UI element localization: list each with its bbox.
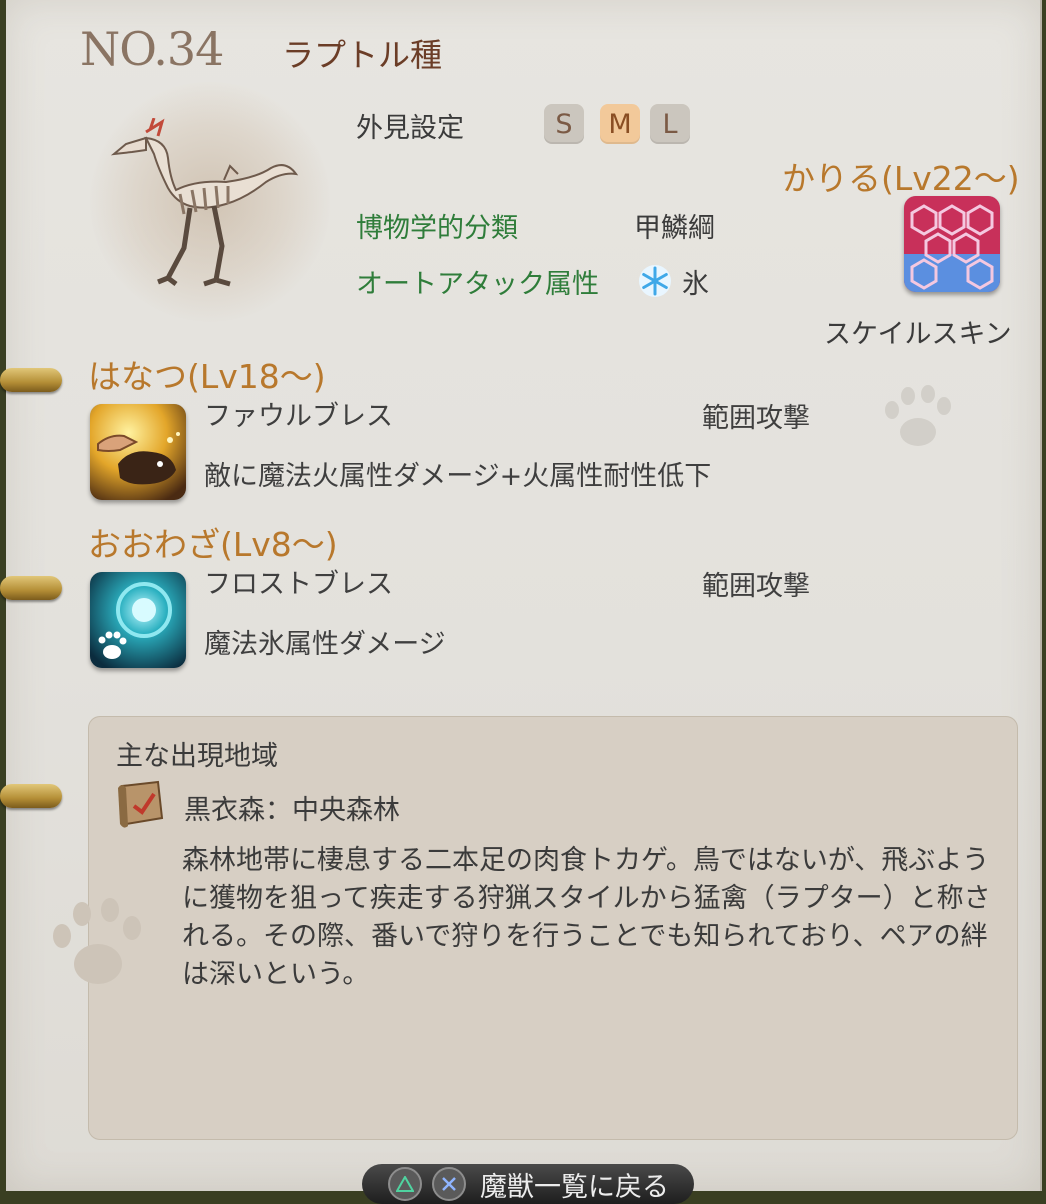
size-l-button[interactable]: L — [650, 104, 690, 144]
size-s-button[interactable]: S — [544, 104, 584, 144]
raptor-portrait — [110, 118, 299, 287]
binder-ring — [0, 570, 68, 606]
classification-value: 甲鱗綱 — [634, 213, 715, 244]
karu-title: かりる(Lv22～) — [782, 159, 1020, 198]
frost-breath-skill-icon[interactable] — [90, 572, 186, 668]
habitat-location: 黒衣森：中央森林 — [184, 795, 400, 826]
oowaza-description: 魔法氷属性ダメージ — [204, 629, 446, 660]
size-m-button[interactable]: M — [600, 104, 640, 144]
autoattack-value: 氷 — [682, 269, 709, 300]
autoattack-label: オートアタック属性 — [356, 269, 599, 300]
scale-skin-skill-icon[interactable] — [904, 196, 1000, 292]
entry-number: NO.34 — [80, 22, 224, 76]
back-to-list-button[interactable]: 魔獣一覧に戻る — [362, 1164, 694, 1204]
species-name: ラプトル種 — [282, 36, 443, 74]
hanatsu-skill-type: 範囲攻撃 — [702, 403, 810, 434]
classification-label: 博物学的分類 — [356, 213, 518, 244]
paw-print-icon — [885, 385, 951, 446]
oowaza-title: おおわざ(Lv8～) — [88, 525, 338, 564]
triangle-button-icon — [388, 1167, 422, 1201]
oowaza-skill-name: フロストブレス — [204, 569, 393, 600]
appearance-label: 外見設定 — [356, 113, 464, 144]
binder-ring — [0, 778, 68, 814]
habitat-title: 主な出現地域 — [116, 741, 278, 772]
bestiary-page: NO.34 ラプトル種 外見設定 S M L 博物学的分類 甲鱗綱 オートアタッ… — [0, 0, 1042, 1204]
habitat-description: 森林地帯に棲息する二本足の肉食トカゲ。鳥ではないが、飛ぶように獲物を狙って疾走す… — [182, 845, 991, 990]
hanatsu-title: はなつ(Lv18～) — [88, 357, 326, 396]
oowaza-skill-type: 範囲攻撃 — [702, 571, 810, 602]
map-scroll-icon — [118, 780, 164, 828]
paw-print-watermark-icon — [53, 898, 141, 984]
hanatsu-skill-name: ファウルブレス — [204, 401, 393, 432]
foul-breath-skill-icon[interactable] — [90, 404, 186, 500]
ice-element-icon — [639, 265, 671, 297]
binder-ring — [0, 362, 68, 398]
hanatsu-description: 敵に魔法火属性ダメージ+火属性耐性低下 — [204, 461, 712, 492]
cross-button-icon — [432, 1167, 466, 1201]
back-to-list-label: 魔獣一覧に戻る — [480, 1171, 669, 1203]
karu-skill-name: スケイルスキン — [824, 319, 1012, 350]
